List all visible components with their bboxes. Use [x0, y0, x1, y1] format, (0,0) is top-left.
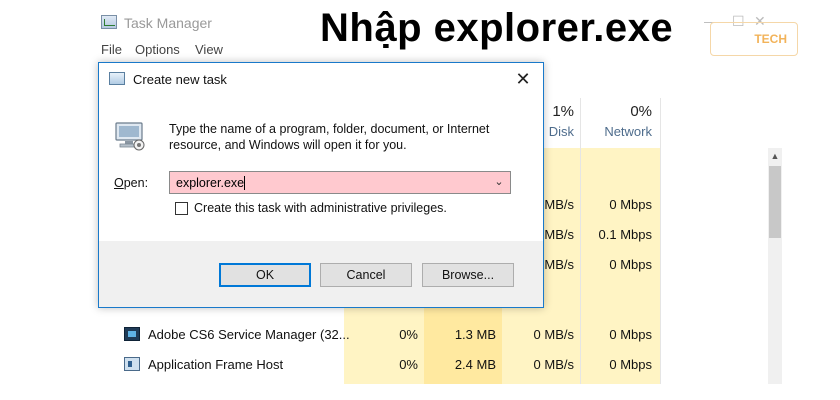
network-cell: 0 Mbps: [609, 257, 652, 272]
chevron-down-icon[interactable]: ⌄: [490, 173, 508, 192]
disk-cell: 0 MB/s: [533, 327, 574, 342]
process-name: Adobe CS6 Service Manager (32...: [148, 327, 350, 342]
instruction-caption: Nhập explorer.exe: [320, 6, 674, 50]
network-cell: 0 Mbps: [609, 197, 652, 212]
adobe-icon: [124, 327, 140, 341]
dialog-titlebar: Create new task ✕: [99, 63, 543, 95]
table-row[interactable]: Adobe CS6 Service Manager (32... 0% 1.3 …: [92, 320, 768, 350]
cpu-cell: 0%: [399, 357, 418, 372]
dialog-footer: OK Cancel Browse...: [99, 241, 543, 307]
network-percent: 0%: [630, 103, 652, 120]
vertical-scrollbar[interactable]: ▲: [768, 148, 782, 384]
close-icon[interactable]: ✕: [509, 67, 537, 91]
network-column-label: Network: [604, 124, 652, 139]
dialog-title: Create new task: [133, 72, 227, 87]
cpu-cell: 0%: [399, 327, 418, 342]
table-row[interactable]: Application Frame Host 0% 2.4 MB 0 MB/s …: [92, 350, 768, 380]
network-cell: 0 Mbps: [609, 357, 652, 372]
task-manager-title: Task Manager: [124, 15, 212, 31]
run-icon: [109, 72, 125, 85]
cancel-button[interactable]: Cancel: [320, 263, 412, 287]
open-input[interactable]: [176, 175, 476, 191]
network-column-header[interactable]: 0% Network: [580, 103, 652, 139]
network-cell: 0.1 Mbps: [598, 227, 652, 242]
open-combobox[interactable]: ⌄: [169, 171, 511, 194]
brand-badge: TECH: [710, 22, 798, 56]
text-caret: [244, 176, 245, 190]
scroll-up-icon[interactable]: ▲: [768, 150, 782, 162]
task-manager-icon: [101, 15, 117, 29]
disk-cell: 0 MB/s: [533, 357, 574, 372]
memory-cell: 1.3 MB: [454, 327, 496, 342]
dialog-description: Type the name of a program, folder, docu…: [169, 122, 490, 152]
ok-button[interactable]: OK: [219, 263, 311, 287]
run-program-icon: [115, 122, 145, 151]
browse-button[interactable]: Browse...: [422, 263, 514, 287]
scroll-thumb[interactable]: [769, 166, 781, 238]
menu-file[interactable]: File: [101, 42, 122, 57]
app-frame-icon: [124, 357, 140, 371]
admin-privileges-label[interactable]: Create this task with administrative pri…: [194, 201, 447, 215]
open-label-text: pen:: [123, 176, 149, 190]
open-label: Open:: [114, 176, 148, 190]
process-name: Application Frame Host: [148, 357, 284, 372]
menu-options[interactable]: Options: [135, 42, 180, 57]
admin-privileges-checkbox[interactable]: [175, 202, 188, 215]
open-label-accelerator: O: [114, 176, 124, 190]
create-new-task-dialog: Create new task ✕ Type the name of a pro…: [98, 62, 544, 308]
menu-view[interactable]: View: [195, 42, 223, 57]
memory-cell: 2.4 MB: [454, 357, 496, 372]
brand-text: TECH: [754, 32, 787, 46]
network-cell: 0 Mbps: [609, 327, 652, 342]
